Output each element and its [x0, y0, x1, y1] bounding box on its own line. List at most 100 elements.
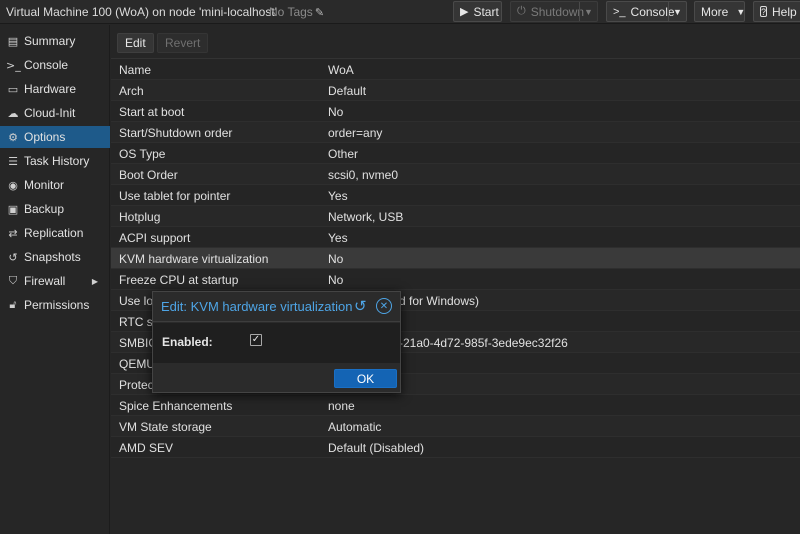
revert-label: Revert	[165, 36, 201, 50]
cloud-icon: ☁	[7, 106, 19, 120]
table-row[interactable]: OS Type Other	[111, 143, 800, 164]
option-key: RTC s	[119, 315, 153, 329]
option-key: Spice Enhancements	[119, 399, 233, 413]
option-key: Arch	[119, 84, 144, 98]
option-value: No	[328, 252, 344, 266]
option-key: QEMU	[119, 357, 155, 371]
eye-icon: ◉	[8, 178, 18, 192]
play-icon: ▶	[460, 6, 469, 18]
sidebar-item-summary[interactable]: ▤ Summary	[0, 30, 110, 52]
console-button[interactable]: >_ Console ▼	[606, 1, 687, 22]
terminal-icon: >_	[613, 5, 626, 18]
ok-label: OK	[356, 371, 375, 386]
table-row[interactable]: Start at boot No	[111, 101, 800, 122]
enabled-label: Enabled:	[162, 335, 213, 349]
option-value: scsi0, nvme0	[328, 168, 399, 182]
sidebar-item-label: Task History	[24, 154, 90, 168]
sidebar-item-label: Snapshots	[24, 250, 81, 264]
table-row[interactable]: Boot Order scsi0, nvme0	[111, 164, 800, 185]
option-value: d for Windows)	[399, 294, 480, 308]
floppy-icon: ▣	[7, 202, 19, 216]
console-menu-arrow[interactable]: ▼	[668, 2, 686, 21]
tags-label: No Tags	[269, 5, 313, 19]
sidebar-item-label: Options	[24, 130, 66, 144]
sidebar-item-label: Monitor	[24, 178, 65, 192]
enabled-checkbox[interactable]: ✓	[250, 334, 262, 346]
close-icon[interactable]: ✕	[376, 298, 392, 314]
edit-button[interactable]: Edit	[117, 33, 154, 53]
table-row[interactable]: VM State storage Automatic	[111, 416, 800, 437]
option-key: Start at boot	[119, 105, 185, 119]
question-icon: ?	[760, 6, 768, 17]
table-row[interactable]: Hotplug Network, USB	[111, 206, 800, 227]
option-key: Protec	[119, 378, 154, 392]
table-row[interactable]: AMD SEV Default (Disabled)	[111, 437, 800, 458]
option-key: Hotplug	[119, 210, 161, 224]
sidebar-item-hardware[interactable]: ▭ Hardware	[0, 78, 110, 100]
dialog-title: Edit: KVM hardware virtualization	[161, 299, 353, 314]
option-value: -21a0-4d72-985f-3ede9ec32f26	[399, 336, 568, 350]
more-label: More	[701, 4, 729, 19]
retweet-icon: ⇄	[8, 226, 18, 240]
table-row[interactable]: Arch Default	[111, 80, 800, 101]
table-row[interactable]: Spice Enhancements none	[111, 395, 800, 416]
table-row[interactable]: Use tablet for pointer Yes	[111, 185, 800, 206]
tags-area[interactable]: No Tags ✎	[269, 5, 324, 19]
sidebar-item-label: Backup	[24, 202, 65, 216]
sidebar-item-replication[interactable]: ⇄ Replication	[0, 222, 110, 244]
ok-button[interactable]: OK	[334, 369, 397, 388]
option-value: none	[328, 399, 355, 413]
sidebar-item-monitor[interactable]: ◉ Monitor	[0, 174, 110, 196]
option-key: OS Type	[119, 147, 166, 161]
dialog-footer: OK	[153, 363, 400, 392]
power-icon: ⏻	[517, 5, 526, 17]
start-label: Start	[473, 4, 499, 19]
sidebar-item-backup[interactable]: ▣ Backup	[0, 198, 110, 220]
shutdown-menu-arrow[interactable]: ▼	[579, 2, 597, 21]
list-icon: ☰	[8, 154, 18, 168]
options-toolbar: Edit Revert	[111, 25, 800, 59]
option-value: Default	[328, 84, 367, 98]
option-value: Yes	[328, 231, 348, 245]
shutdown-button[interactable]: ⏻ Shutdown ▼	[510, 1, 598, 22]
table-row[interactable]: ACPI support Yes	[111, 227, 800, 248]
table-row[interactable]: Freeze CPU at startup No	[111, 269, 800, 290]
option-key: Use tablet for pointer	[119, 189, 231, 203]
table-row-selected[interactable]: KVM hardware virtualization No	[111, 248, 800, 269]
shield-icon: ⛉	[8, 274, 18, 287]
check-icon: ✓	[251, 334, 261, 345]
revert-button[interactable]: Revert	[157, 33, 209, 53]
sidebar-item-label: Firewall	[24, 274, 66, 288]
sidebar-item-permissions[interactable]: 🔓︎ Permissions	[0, 294, 110, 316]
expand-arrow-icon[interactable]: ▶	[92, 277, 98, 286]
option-key: Freeze CPU at startup	[119, 273, 239, 287]
sidebar-item-snapshots[interactable]: ↺ Snapshots	[0, 246, 110, 268]
vm-title: Virtual Machine 100 (WoA) on node 'mini-…	[6, 5, 277, 19]
reset-icon[interactable]: ↺	[354, 297, 370, 315]
edit-label: Edit	[125, 36, 146, 50]
sidebar-item-console[interactable]: >_ Console	[0, 54, 110, 76]
start-button[interactable]: ▶ Start	[453, 1, 502, 22]
option-key: VM State storage	[119, 420, 212, 434]
sidebar-item-label: Summary	[24, 34, 76, 48]
sidebar-item-firewall[interactable]: ⛉ Firewall ▶	[0, 270, 110, 292]
table-row[interactable]: Start/Shutdown order order=any	[111, 122, 800, 143]
option-value: Other	[328, 147, 359, 161]
unlock-icon: 🔓︎	[9, 298, 17, 311]
option-key: Name	[119, 63, 152, 77]
help-button[interactable]: ? Help	[753, 1, 800, 22]
option-value: No	[328, 105, 344, 119]
pencil-icon[interactable]: ✎	[315, 7, 324, 19]
sidebar-item-cloud-init[interactable]: ☁ Cloud-Init	[0, 102, 110, 124]
edit-dialog: Edit: KVM hardware virtualization ↺ ✕ En…	[152, 291, 401, 393]
sidebar-item-options[interactable]: ⚙ Options	[0, 126, 110, 148]
table-row[interactable]: Name WoA	[111, 59, 800, 80]
option-key: Use lo	[119, 294, 154, 308]
terminal-icon: >_	[6, 58, 21, 72]
option-key: ACPI support	[119, 231, 191, 245]
sidebar-item-task-history[interactable]: ☰ Task History	[0, 150, 110, 172]
sidebar-item-label: Hardware	[24, 82, 77, 96]
option-key: AMD SEV	[119, 441, 174, 455]
more-button[interactable]: More ▼	[694, 1, 745, 22]
option-value: No	[328, 273, 344, 287]
